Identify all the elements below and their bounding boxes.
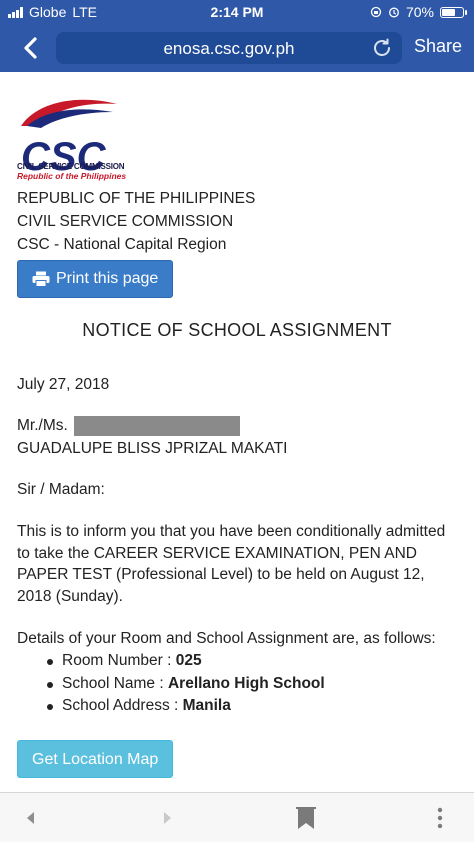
browser-toolbar — [0, 792, 474, 842]
logo-subtitle: CIVIL SERVICE COMMISSION — [17, 162, 125, 171]
battery-percent: 70% — [405, 4, 434, 20]
assignment-details: Details of your Room and School Assignme… — [17, 628, 457, 718]
get-location-map-button[interactable]: Get Location Map — [17, 739, 174, 778]
detail-label: School Name : — [62, 674, 168, 692]
detail-label: Room Number : — [62, 652, 176, 669]
orientation-lock-icon — [370, 6, 382, 18]
list-item: School Name : Arellano High School — [17, 673, 457, 696]
detail-value: Arellano High School — [167, 674, 325, 692]
forward-arrow-icon[interactable] — [154, 805, 180, 831]
page-content: CSC CIVIL SERVICE COMMISSION Republic of… — [17, 82, 457, 778]
address-bar[interactable]: enosa.csc.gov.ph — [56, 32, 402, 64]
status-bar: Globe LTE 2:14 PM 70% — [0, 0, 474, 24]
redacted-name — [73, 416, 240, 436]
reload-icon[interactable] — [370, 36, 394, 60]
battery-icon — [440, 6, 467, 18]
letterhead-line-3: CSC - National Capital Region — [17, 236, 227, 253]
list-item: School Address : Manila — [17, 695, 457, 718]
salutation: Mr./Ms. — [17, 417, 68, 434]
letterhead-line-1: REPUBLIC OF THE PHILIPPINES — [17, 190, 256, 207]
detail-value: Manila — [182, 697, 231, 714]
csc-logo: CSC CIVIL SERVICE COMMISSION Republic of… — [17, 82, 457, 181]
print-button-label: Print this page — [56, 270, 159, 287]
detail-value: 025 — [175, 652, 202, 669]
salutation-line: Mr./Ms. — [17, 416, 457, 436]
detail-label: School Address : — [62, 697, 183, 714]
more-icon[interactable] — [427, 805, 453, 831]
letter-date: July 27, 2018 — [17, 376, 110, 393]
printer-icon — [32, 271, 50, 287]
logo-tagline: Republic of the Philippines — [17, 171, 127, 181]
url-text: enosa.csc.gov.ph — [163, 39, 295, 58]
print-button[interactable]: Print this page — [17, 260, 174, 298]
back-arrow-icon[interactable] — [18, 805, 44, 831]
letterhead: REPUBLIC OF THE PHILIPPINES CIVIL SERVIC… — [17, 187, 457, 256]
letterhead-line-2: CIVIL SERVICE COMMISSION — [17, 213, 234, 230]
share-button[interactable]: Share — [414, 36, 462, 57]
alarm-icon — [389, 7, 399, 18]
notice-body: This is to inform you that you have been… — [17, 523, 446, 605]
browser-navbar: enosa.csc.gov.ph Share — [0, 28, 474, 68]
back-chevron-icon[interactable] — [18, 34, 44, 62]
browser-header: Globe LTE 2:14 PM 70% enosa.csc.gov.ph S… — [0, 0, 474, 72]
greeting: Sir / Madam: — [17, 481, 105, 498]
bookmarks-icon[interactable] — [293, 805, 319, 831]
list-item: Room Number : 025 — [17, 650, 457, 673]
details-list: Room Number : 025 School Name : Arellano… — [17, 650, 457, 718]
notice-title: NOTICE OF SCHOOL ASSIGNMENT — [82, 320, 392, 340]
addressee: GUADALUPE BLISS JPRIZAL MAKATI — [17, 440, 288, 457]
details-intro: Details of your Room and School Assignme… — [17, 630, 436, 647]
